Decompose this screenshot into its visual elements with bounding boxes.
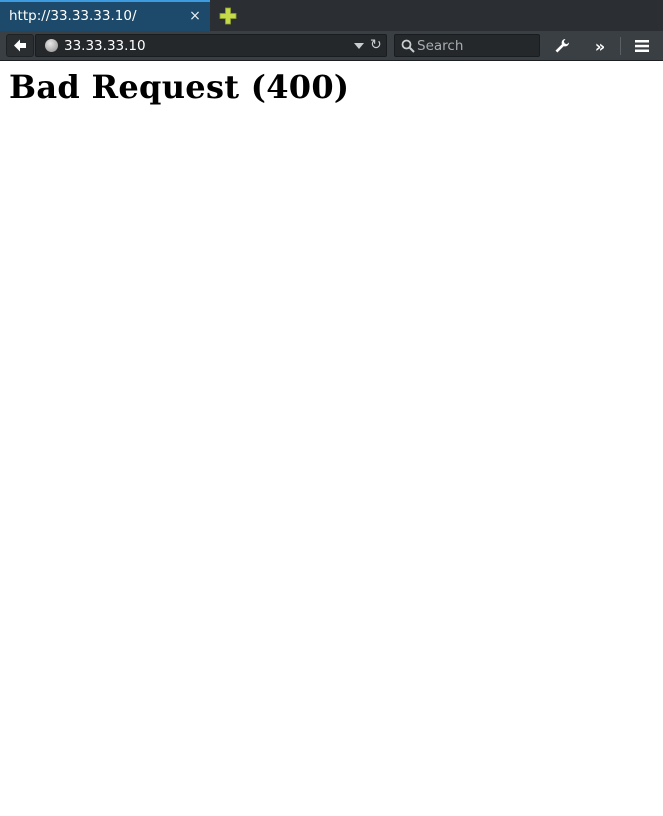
menu-button[interactable] — [631, 35, 653, 57]
wrench-icon — [555, 38, 570, 53]
close-tab-icon[interactable]: × — [189, 9, 201, 23]
address-bar[interactable]: 33.33.33.10 ↻ — [35, 34, 387, 57]
page-content: Bad Request (400) — [0, 62, 663, 816]
chevron-right-double-icon: » — [594, 36, 606, 56]
active-tab[interactable]: http://33.33.33.10/ × — [0, 0, 210, 31]
navigation-toolbar: 33.33.33.10 ↻ » — [0, 31, 663, 61]
toolbar-separator — [620, 37, 621, 55]
search-bar[interactable] — [394, 34, 540, 57]
tools-button[interactable] — [551, 35, 573, 57]
overflow-button[interactable]: » — [589, 35, 611, 57]
new-tab-button[interactable] — [219, 7, 237, 25]
tab-strip: http://33.33.33.10/ × — [0, 0, 663, 31]
error-heading: Bad Request (400) — [9, 68, 350, 106]
url-text[interactable]: 33.33.33.10 — [64, 38, 146, 54]
back-arrow-icon — [14, 39, 26, 52]
tab-title: http://33.33.33.10/ — [9, 8, 137, 24]
magnifier-icon — [401, 39, 415, 53]
history-dropdown-icon[interactable] — [354, 43, 364, 49]
back-button[interactable] — [6, 34, 34, 57]
globe-icon — [45, 39, 58, 52]
plus-icon — [219, 7, 237, 25]
search-input[interactable] — [417, 35, 535, 56]
hamburger-menu-icon — [635, 40, 649, 52]
reload-icon[interactable]: ↻ — [370, 37, 384, 53]
